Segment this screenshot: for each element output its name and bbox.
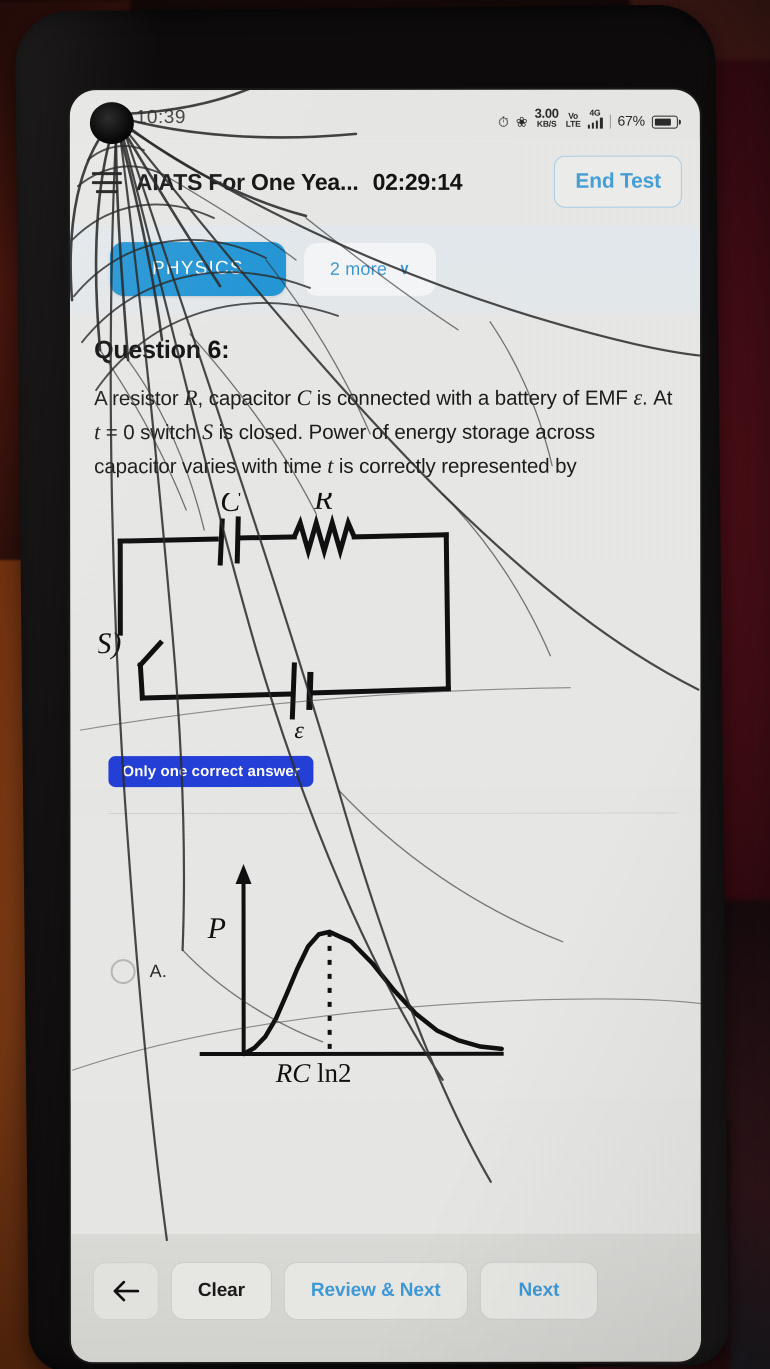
phone-device: 10:39 ⏱ ❀ 3.00 KB/S Vo LTE 4G 67% AIATS … (14, 4, 730, 1369)
signal-bars-icon (587, 117, 603, 129)
option-a-annotation-rc: RC (274, 1058, 311, 1084)
network-type-label: 4G (589, 107, 601, 118)
review-and-next-button[interactable]: Review & Next (283, 1261, 468, 1320)
status-icons: ⏱ ❀ 3.00 KB/S Vo LTE 4G 67% (497, 106, 678, 130)
bottom-action-bar: Clear Review & Next Next (70, 1233, 701, 1363)
option-a-graph: P RC ln2 (185, 854, 515, 1089)
alarm-clock-icon: ⏱ (497, 113, 509, 130)
option-a-chart-svg: P RC ln2 (199, 863, 504, 1088)
app-header: AIATS For One Yea... 02:29:14 End Test (69, 139, 700, 227)
option-a-ylabel: P (206, 912, 225, 945)
status-divider (609, 114, 611, 129)
page-title: AIATS For One Yea... (135, 168, 359, 195)
battery-emf-label: ε (294, 718, 304, 743)
countdown-timer: 02:29:14 (372, 168, 463, 195)
end-test-button[interactable]: End Test (554, 155, 682, 208)
status-bar: 10:39 ⏱ ❀ 3.00 KB/S Vo LTE 4G 67% (70, 90, 700, 141)
circuit-diagram-svg: C R ε (S) (86, 483, 451, 744)
next-button[interactable]: Next (479, 1261, 599, 1320)
screenshot-root: 10:39 ⏱ ❀ 3.00 KB/S Vo LTE 4G 67% AIATS … (0, 0, 770, 1369)
battery-icon (651, 115, 678, 129)
option-a-curve (241, 929, 504, 1057)
resistor-label: R (313, 493, 332, 516)
data-rate-indicator: 3.00 KB/S (535, 106, 559, 130)
question-container: Question 6: A resistor R, capacitor C is… (70, 313, 701, 749)
option-a-annotation-ln2: ln2 (310, 1058, 351, 1084)
arrow-left-icon (113, 1280, 140, 1302)
hamburger-menu-icon[interactable] (91, 171, 122, 193)
status-clock: 10:39 (135, 107, 186, 129)
tab-physics[interactable]: PHYSICS (109, 241, 286, 297)
option-row-a[interactable]: A. P RC ln2 (70, 813, 701, 1100)
tab-more-label: 2 more (329, 258, 388, 279)
tab-more-subjects[interactable]: 2 more ∨ (303, 242, 437, 296)
option-a-letter: A. (149, 961, 168, 982)
capacitor-label: C (220, 493, 241, 518)
subject-tab-strip: PHYSICS 2 more ∨ (69, 225, 701, 315)
switch-label: (S) (98, 627, 121, 660)
volte-icon: Vo LTE (565, 110, 581, 130)
option-a-annotation: RC ln2 (274, 1058, 351, 1084)
data-rate-unit: KB/S (536, 119, 557, 130)
battery-percent-label: 67% (617, 112, 645, 129)
question-text: A resistor R, capacitor C is connected w… (94, 384, 673, 479)
front-camera-icon (89, 102, 134, 145)
option-a-radio[interactable] (110, 959, 136, 985)
phone-screen: 10:39 ⏱ ❀ 3.00 KB/S Vo LTE 4G 67% AIATS … (69, 89, 701, 1363)
answer-mode-row: Only one correct answer (70, 747, 701, 788)
question-number: Question 6: (94, 335, 230, 365)
back-button[interactable] (92, 1262, 159, 1321)
circuit-diagram: C R ε (S) (86, 483, 674, 749)
status-badge: Only one correct answer (108, 755, 314, 788)
chevron-down-icon: ∨ (399, 260, 411, 278)
volte-bottom: LTE (565, 118, 581, 130)
bluetooth-icon: ❀ (515, 113, 528, 130)
clear-button[interactable]: Clear (170, 1261, 272, 1321)
network-type-indicator: 4G (587, 107, 603, 129)
